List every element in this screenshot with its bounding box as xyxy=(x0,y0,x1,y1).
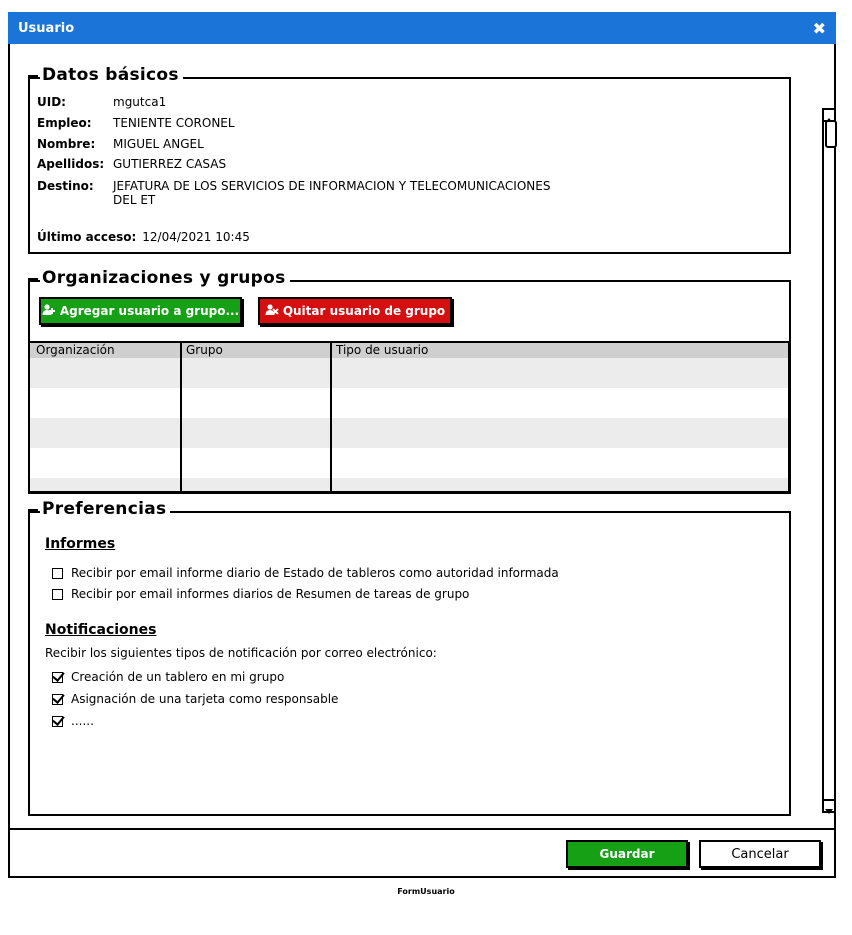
checkbox-label: Recibir por email informe diario de Esta… xyxy=(71,566,559,580)
ultimo-acceso-label: Último acceso: xyxy=(37,230,137,244)
field-value: JEFATURA DE LOS SERVICIOS DE INFORMACION… xyxy=(113,179,550,207)
close-icon[interactable]: ✖ xyxy=(813,19,826,38)
vertical-scrollbar[interactable] xyxy=(822,108,837,814)
field-label: Nombre: xyxy=(37,137,96,151)
checkbox-icon[interactable] xyxy=(52,588,63,600)
preferencias-panel xyxy=(28,511,791,816)
scroll-down-button[interactable] xyxy=(824,799,834,814)
field-label: Apellidos: xyxy=(37,157,105,171)
datos-basicos-legend: Datos básicos xyxy=(28,65,183,85)
add-user-label: Agregar usuario a grupo... xyxy=(59,304,240,318)
notif-checkbox-creacion[interactable]: Creación de un tablero en mi grupo xyxy=(52,670,284,684)
notif-checkbox-more[interactable]: ...... xyxy=(52,714,94,728)
add-user-icon xyxy=(42,303,56,319)
destino-line-2: DEL ET xyxy=(113,193,156,207)
informe-checkbox-estado[interactable]: Recibir por email informe diario de Esta… xyxy=(52,566,559,580)
column-header-tipo[interactable]: Tipo de usuario xyxy=(332,343,428,357)
checkbox-label: Recibir por email informes diarios de Re… xyxy=(71,587,470,601)
informe-checkbox-resumen[interactable]: Recibir por email informes diarios de Re… xyxy=(52,587,469,601)
add-user-to-group-button[interactable]: Agregar usuario a grupo... xyxy=(39,297,242,325)
field-value: MIGUEL ANGEL xyxy=(113,137,204,151)
destino-line-1: JEFATURA DE LOS SERVICIOS DE INFORMACION… xyxy=(113,179,551,193)
remove-user-label: Quitar usuario de grupo xyxy=(282,304,446,318)
field-value: GUTIERREZ CASAS xyxy=(113,157,227,171)
table-row[interactable] xyxy=(30,418,788,448)
field-label: Destino: xyxy=(37,179,94,193)
column-divider xyxy=(180,343,182,491)
cancel-button[interactable]: Cancelar xyxy=(699,840,821,868)
remove-user-from-group-button[interactable]: Quitar usuario de grupo xyxy=(258,297,452,325)
checkbox-label: Creación de un tablero en mi grupo xyxy=(71,670,285,684)
field-uid: UID: mgutca1 xyxy=(37,95,166,109)
title-bar: Usuario ✖ xyxy=(8,12,836,44)
informes-heading: Informes xyxy=(45,536,116,552)
checkbox-checked-icon[interactable] xyxy=(52,715,63,727)
column-header-grupo[interactable]: Grupo xyxy=(182,343,223,357)
checkbox-label: Asignación de una tarjeta como responsab… xyxy=(71,692,339,706)
checkbox-icon[interactable] xyxy=(52,567,63,579)
window-title: Usuario xyxy=(18,20,75,36)
preferencias-legend: Preferencias xyxy=(27,499,171,519)
field-label: Empleo: xyxy=(37,116,92,130)
notificaciones-heading: Notificaciones xyxy=(45,622,157,638)
notificaciones-intro: Recibir los siguientes tipos de notifica… xyxy=(45,646,437,660)
table-row[interactable] xyxy=(30,388,788,418)
field-destino: Destino: JEFATURA DE LOS SERVICIOS DE IN… xyxy=(37,179,550,207)
arrow-down-icon xyxy=(825,809,833,814)
footer-divider xyxy=(8,828,836,830)
checkbox-checked-icon[interactable] xyxy=(52,693,63,705)
field-value: mgutca1 xyxy=(113,95,167,109)
organizaciones-legend: Organizaciones y grupos xyxy=(28,268,290,288)
field-empleo: Empleo: TENIENTE CORONEL xyxy=(37,116,235,130)
ultimo-acceso: Último acceso: 12/04/2021 10:45 xyxy=(37,230,250,244)
save-button[interactable]: Guardar xyxy=(566,840,688,868)
field-apellidos: Apellidos: GUTIERREZ CASAS xyxy=(37,157,226,171)
scrollbar-thumb[interactable] xyxy=(825,120,837,148)
checkbox-checked-icon[interactable] xyxy=(52,671,63,683)
checkbox-label: ...... xyxy=(71,714,94,728)
column-header-organizacion[interactable]: Organización xyxy=(32,343,115,357)
column-divider xyxy=(330,343,332,491)
ultimo-acceso-value: 12/04/2021 10:45 xyxy=(142,230,250,244)
form-caption: FormUsuario xyxy=(397,887,455,896)
notif-checkbox-asignacion[interactable]: Asignación de una tarjeta como responsab… xyxy=(52,692,338,706)
field-nombre: Nombre: MIGUEL ANGEL xyxy=(37,137,204,151)
table-row[interactable] xyxy=(30,448,788,478)
table-row[interactable] xyxy=(30,478,788,491)
groups-table: Organización Grupo Tipo de usuario xyxy=(28,341,790,493)
remove-user-icon xyxy=(265,303,279,319)
field-value: TENIENTE CORONEL xyxy=(113,116,235,130)
table-row[interactable] xyxy=(30,358,788,388)
field-label: UID: xyxy=(37,95,66,109)
